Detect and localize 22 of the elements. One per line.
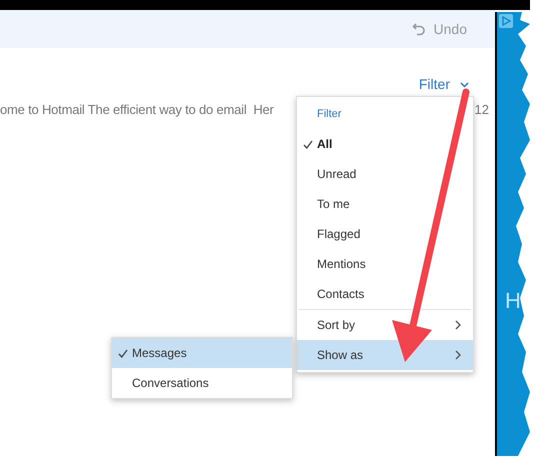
submenu-item[interactable]: Show as	[297, 340, 473, 370]
side-panel-text: H	[505, 290, 521, 312]
menu-item[interactable]: Mentions	[297, 249, 473, 279]
menu-item[interactable]: Contacts	[297, 279, 473, 309]
submenu-item[interactable]: Sort by	[297, 310, 473, 340]
menu-heading: Filter	[316, 106, 342, 122]
menu-item[interactable]: To me	[297, 189, 473, 219]
menu-item[interactable]: All	[297, 129, 473, 159]
chevron-right-icon	[455, 350, 461, 360]
filter-button[interactable]: Filter	[418, 74, 469, 95]
checkmark-icon	[118, 348, 128, 358]
menu-item[interactable]: Messages	[112, 338, 292, 368]
undo-icon	[412, 22, 426, 36]
menu-item[interactable]: Unread	[297, 159, 473, 189]
play-icon	[499, 14, 513, 28]
menu-item[interactable]: Flagged	[297, 219, 473, 249]
message-preview: ome to Hotmail The efficient way to do email Her	[0, 101, 274, 120]
chevron-right-icon	[455, 320, 461, 330]
checkmark-icon	[303, 140, 313, 148]
chevron-down-icon	[460, 82, 469, 88]
menu-item[interactable]: Conversations	[112, 368, 292, 398]
message-date: 12	[474, 101, 489, 120]
